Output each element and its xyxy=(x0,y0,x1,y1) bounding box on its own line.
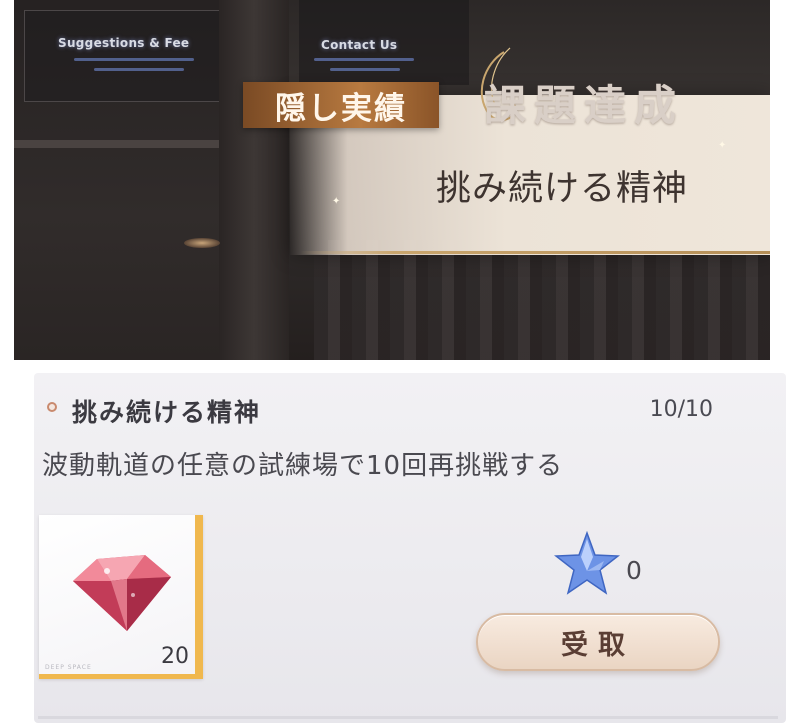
rarity-bottom-edge xyxy=(39,674,203,679)
background-shelf xyxy=(14,140,224,148)
blue-star-icon xyxy=(554,531,620,595)
achievement-title: 挑み続ける精神 xyxy=(72,398,262,427)
sign-subtext-line xyxy=(74,58,194,61)
sign-subtext-line xyxy=(330,68,400,71)
item-brand-mark: DEEP SPACE xyxy=(45,664,92,671)
reward-item-slot[interactable]: DEEP SPACE 20 xyxy=(39,515,203,679)
sign-contact-us: Contact Us xyxy=(321,38,398,52)
sign-panel-left xyxy=(24,10,236,102)
background-curtain xyxy=(314,240,770,360)
achievement-completed-text: 課題達成 xyxy=(484,81,685,130)
claim-button[interactable]: 受取 xyxy=(476,613,720,671)
sign-subtext-line xyxy=(314,58,414,61)
sparkle-icon: ✦ xyxy=(718,140,727,151)
reward-item-quantity: 20 xyxy=(161,644,189,669)
sparkle-icon: ✦ xyxy=(332,196,341,207)
hidden-achievement-badge: 隠し実績 xyxy=(243,82,439,128)
rarity-edge xyxy=(195,515,203,679)
achievement-card: 挑み続ける精神 10/10 波動軌道の任意の試練場で10回再挑戦する DEEP … xyxy=(34,373,786,723)
sign-subtext-line xyxy=(94,68,184,71)
card-divider xyxy=(38,716,778,719)
red-diamond-gem-icon xyxy=(73,555,171,631)
banner-achievement-title: 挑み続ける精神 xyxy=(436,169,689,209)
lamp-light xyxy=(184,238,220,248)
bullet-dot-icon xyxy=(47,402,57,412)
banner-gold-line xyxy=(300,251,770,254)
star-reward-count: 0 xyxy=(626,556,642,585)
achievement-progress: 10/10 xyxy=(649,397,713,422)
achievement-banner-scene: Suggestions & Fee Contact Us 隠し実績 課題達成 挑… xyxy=(14,0,770,360)
achievement-description: 波動軌道の任意の試練場で10回再挑戦する xyxy=(42,451,564,481)
sign-suggestions: Suggestions & Fee xyxy=(58,36,190,50)
background-pillar xyxy=(219,0,289,360)
